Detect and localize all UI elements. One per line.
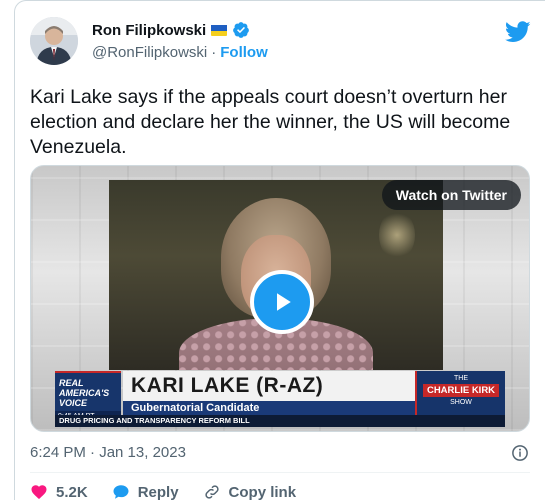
author-name-row: Ron Filipkowski <box>92 21 250 39</box>
reply-button[interactable]: Reply <box>112 483 179 500</box>
copy-link-label: Copy link <box>228 483 297 500</box>
reply-label: Reply <box>137 483 179 500</box>
tweet-text: Kari Lake says if the appeals court does… <box>30 86 511 158</box>
follow-button[interactable]: Follow <box>220 44 268 61</box>
author-handle[interactable]: @RonFilipkowski <box>92 44 207 61</box>
action-bar: 5.2K Reply Copy link <box>30 483 320 500</box>
news-chyron: REAL AMERICA'S VOICE 9:45 AM PT KARI LAK… <box>55 371 505 429</box>
news-ticker: DRUG PRICING AND TRANSPARENCY REFORM BIL… <box>55 415 505 427</box>
chyron-name: KARI LAKE (R-AZ) <box>123 371 415 401</box>
divider <box>30 472 530 473</box>
network-line-3: VOICE <box>59 398 88 408</box>
tweet-timestamp[interactable]: 6:24 PM · Jan 13, 2023 <box>30 444 186 461</box>
play-button[interactable] <box>250 270 314 334</box>
reply-bubble-icon <box>113 485 129 499</box>
twitter-bird-icon[interactable] <box>504 21 531 43</box>
author-handle-row: @RonFilipkowski · Follow <box>92 44 268 61</box>
video-player[interactable]: Watch on Twitter REAL AMERICA'S VOICE 9:… <box>30 165 530 432</box>
avatar-image <box>30 17 78 65</box>
show-main: CHARLIE KIRK <box>423 384 499 397</box>
info-icon[interactable] <box>511 444 529 462</box>
copy-link-button[interactable]: Copy link <box>203 483 297 500</box>
tweet-card: Ron Filipkowski @RonFilipkowski · Follow… <box>14 0 545 500</box>
link-icon <box>204 485 219 499</box>
heart-icon <box>31 485 47 500</box>
watch-on-twitter-button[interactable]: Watch on Twitter <box>381 180 521 210</box>
verified-badge-icon <box>232 21 250 39</box>
avatar[interactable] <box>30 17 78 65</box>
play-icon <box>277 293 291 311</box>
show-line-1: THE <box>454 375 468 382</box>
network-line-1: REAL <box>59 378 84 388</box>
network-line-2: AMERICA'S <box>59 388 110 398</box>
show-line-2: SHOW <box>450 399 472 406</box>
network-logo: REAL AMERICA'S VOICE <box>55 371 121 413</box>
chyron-subtitle: Gubernatorial Candidate <box>123 401 415 415</box>
separator-dot: · <box>211 44 217 61</box>
like-count: 5.2K <box>56 483 88 500</box>
ukraine-flag-icon <box>211 24 228 36</box>
show-logo: THE CHARLIE KIRK SHOW <box>415 371 505 415</box>
author-name[interactable]: Ron Filipkowski <box>92 22 206 39</box>
background-lamp <box>379 210 415 260</box>
like-button[interactable]: 5.2K <box>30 483 88 500</box>
